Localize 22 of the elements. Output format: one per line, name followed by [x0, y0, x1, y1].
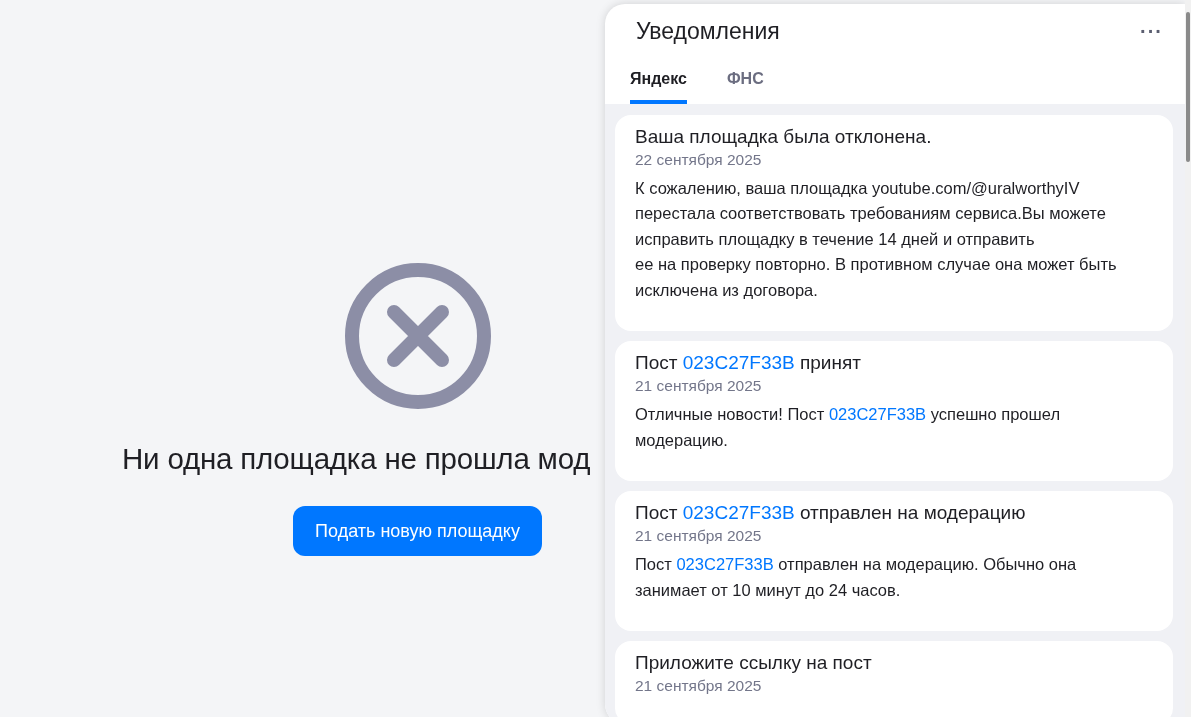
post-link[interactable]: 023C27F33B: [828, 405, 927, 423]
tab[interactable]: ФНС: [726, 67, 764, 104]
notification-date: 21 сентября 2025: [635, 376, 763, 396]
notification-text: Пост 023C27F33B отправлен на модерацию. Обычно она занимает от 10 минут до 24 часов.: [635, 554, 1078, 601]
notification-date: 21 сентября 2025: [635, 676, 763, 696]
post-link[interactable]: 023C27F33B: [682, 502, 795, 523]
submit-button[interactable]: Подать новую площадку: [293, 506, 542, 556]
empty-state-heading: Ни одна площадка не прошла мод: [122, 442, 591, 476]
notification-title: Пост 023C27F33B отправлен на модерацию: [635, 501, 1027, 525]
post-link[interactable]: 023C27F33B: [676, 555, 774, 573]
notification-text: К сожалению, ваша площадка youtube.com/@uralworthyIV перестала соответствовать требованиям сервиса.Вы можете исправить площадку в течение 14 дней и отправить ее на проверку повторно. В противном случае она может быть исключена из договора.: [635, 177, 1118, 301]
notification-date: 21 сентября 2025: [635, 526, 763, 546]
notification-title: Пост 023C27F33B принят: [635, 351, 862, 375]
more-button[interactable]: ···: [1140, 20, 1163, 44]
error-icon: [344, 262, 492, 410]
notification-date: 22 сентября 2025: [635, 149, 763, 170]
scrollbar[interactable]: [1185, 0, 1191, 717]
notification-title: Ваша площадка была отклонена.: [635, 124, 933, 149]
panel-title: Уведомления: [636, 18, 780, 46]
notification-text: Отличные новости! Пост 023C27F33B успешно прошел модерацию.: [635, 404, 1062, 451]
post-link[interactable]: 023C27F33B: [682, 352, 795, 373]
notification-title: Приложите ссылку на пост: [635, 651, 873, 675]
